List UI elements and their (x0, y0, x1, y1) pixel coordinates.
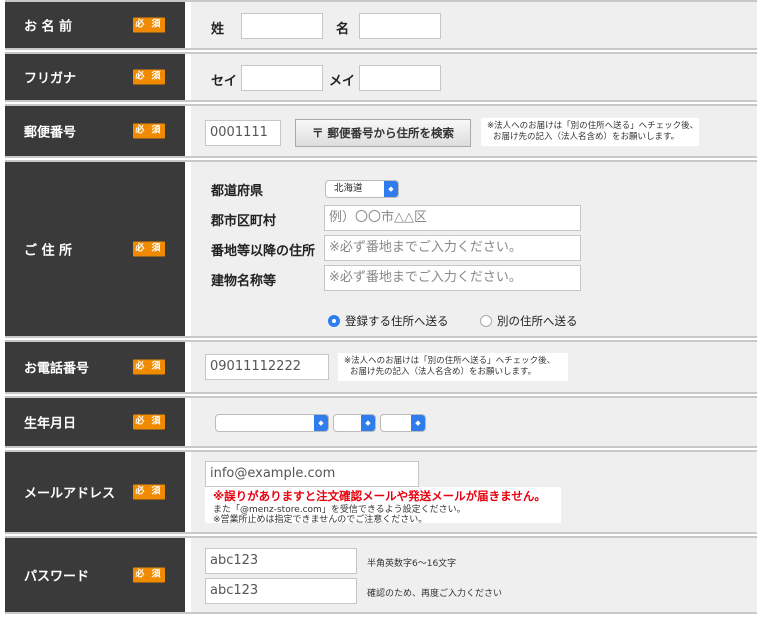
chevron-updown-icon: ◆ (411, 415, 425, 431)
required-badge: 必 須 (133, 241, 165, 257)
building-input[interactable]: ※必ず番地までご入力ください。 (324, 265, 581, 291)
field-label-email: メールアドレス (24, 486, 116, 502)
radio-other-label[interactable]: 別の住所へ送る (497, 313, 578, 329)
chevron-updown-icon: ◆ (384, 181, 398, 197)
password-input[interactable]: abc123 (205, 548, 357, 574)
required-badge: 必 須 (133, 17, 165, 33)
row-header: フリガナ 必 須 (5, 54, 185, 100)
required-badge: 必 須 (133, 414, 165, 430)
row-password: パスワード 必 須 abc123 半角英数字6〜16文字 abc123 確認のた… (5, 536, 757, 614)
first-kana-label: メイ (329, 74, 356, 89)
row-furigana: フリガナ 必 須 セイ メイ (5, 52, 757, 102)
chevron-updown-icon: ◆ (314, 415, 328, 431)
email-input[interactable]: info@example.com (205, 461, 419, 487)
city-input[interactable]: 例）〇〇市△△区 (324, 205, 581, 231)
last-kana-label: セイ (211, 74, 238, 89)
building-label: 建物名称等 (211, 274, 277, 289)
required-badge: 必 須 (133, 69, 165, 85)
required-badge: 必 須 (133, 484, 165, 500)
field-label-address: ご 住 所 (24, 243, 73, 259)
row-address: ご 住 所 必 須 都道府県 北海道 ◆ 郡市区町村 例）〇〇市△△区 番地等以… (5, 160, 757, 338)
phone-note: ※法人へのお届けは「別の住所へ送る」へチェック後、 お届け先の記入（法人名含め）… (338, 353, 568, 381)
row-body: info@example.com ※誤りがありますと注文確認メールや発送メールが… (191, 452, 757, 532)
first-kana-input[interactable] (359, 65, 441, 91)
birth-day-select[interactable]: ◆ (380, 414, 426, 432)
birth-year-select[interactable]: ◆ (215, 414, 329, 432)
chevron-updown-icon: ◆ (361, 415, 375, 431)
email-note-line: ※営業所止めは指定できませんのでご注意ください。 (213, 515, 428, 525)
email-note-box: ※誤りがありますと注文確認メールや発送メールが届きません。 また「@menz-s… (205, 487, 561, 525)
row-postal: 郵便番号 必 須 0001111 〒 郵便番号から住所を検索 ※法人へのお届けは… (5, 104, 757, 158)
row-header: 郵便番号 必 須 (5, 106, 185, 156)
last-kana-input[interactable] (241, 65, 323, 91)
row-header: ご 住 所 必 須 (5, 162, 185, 336)
field-label-password: パスワード (24, 569, 90, 585)
last-name-label: 姓 (211, 22, 225, 37)
customer-form: お 名 前 必 須 姓 名 フリガナ 必 須 セイ メイ 郵便番号 必 須 00… (0, 0, 762, 618)
password-confirm-hint: 確認のため、再度ご入力ください (367, 589, 503, 599)
row-header: メールアドレス 必 須 (5, 452, 185, 532)
prefecture-select-value: 北海道 (334, 183, 363, 194)
row-email: メールアドレス 必 須 info@example.com ※誤りがありますと注文… (5, 450, 757, 534)
field-label-postal: 郵便番号 (24, 125, 77, 141)
field-label-phone: お電話番号 (24, 361, 90, 377)
row-body: abc123 半角英数字6〜16文字 abc123 確認のため、再度ご入力くださ… (191, 538, 757, 612)
prefecture-label: 都道府県 (211, 184, 264, 199)
radio-registered-label[interactable]: 登録する住所へ送る (345, 313, 449, 329)
first-name-label: 名 (336, 22, 350, 37)
city-label: 郡市区町村 (211, 214, 277, 229)
field-label-furigana: フリガナ (24, 71, 77, 87)
row-header: 生年月日 必 須 (5, 398, 185, 446)
postal-note: ※法人へのお届けは「別の住所へ送る」へチェック後、 お届け先の記入（法人名含め）… (481, 118, 699, 146)
row-header: パスワード 必 須 (5, 538, 185, 612)
note-line: お届け先の記入（法人名含め）をお願いします。 (493, 132, 680, 142)
field-label-birthday: 生年月日 (24, 416, 77, 432)
row-body: 0001111 〒 郵便番号から住所を検索 ※法人へのお届けは「別の住所へ送る」… (191, 106, 757, 156)
street-label: 番地等以降の住所 (211, 244, 316, 259)
postal-search-button[interactable]: 〒 郵便番号から住所を検索 (295, 119, 471, 147)
field-label-name: お 名 前 (24, 19, 73, 35)
last-name-input[interactable] (241, 13, 323, 39)
row-body: 09011112222 ※法人へのお届けは「別の住所へ送る」へチェック後、 お届… (191, 342, 757, 392)
first-name-input[interactable] (359, 13, 441, 39)
street-input[interactable]: ※必ず番地までご入力ください。 (324, 235, 581, 261)
row-body: セイ メイ (191, 54, 757, 100)
radio-other-address[interactable] (480, 315, 492, 327)
prefecture-select[interactable]: 北海道 ◆ (325, 180, 399, 198)
row-body: 姓 名 (191, 2, 757, 48)
row-header: お 名 前 必 須 (5, 2, 185, 48)
note-line: ※法人へのお届けは「別の住所へ送る」へチェック後、 (344, 356, 556, 366)
note-line: ※法人へのお届けは「別の住所へ送る」へチェック後、 (487, 121, 699, 131)
row-body: 都道府県 北海道 ◆ 郡市区町村 例）〇〇市△△区 番地等以降の住所 ※必ず番地… (191, 162, 757, 336)
postal-code-input[interactable]: 0001111 (205, 120, 281, 146)
row-phone: お電話番号 必 須 09011112222 ※法人へのお届けは「別の住所へ送る」… (5, 340, 757, 394)
required-badge: 必 須 (133, 123, 165, 139)
row-header: お電話番号 必 須 (5, 342, 185, 392)
required-badge: 必 須 (133, 567, 165, 583)
row-name: お 名 前 必 須 姓 名 (5, 0, 757, 50)
phone-input[interactable]: 09011112222 (205, 354, 329, 380)
required-badge: 必 須 (133, 359, 165, 375)
row-body: ◆ ◆ ◆ (191, 398, 757, 446)
row-birthday: 生年月日 必 須 ◆ ◆ ◆ (5, 396, 757, 448)
note-line: お届け先の記入（法人名含め）をお願いします。 (350, 367, 537, 377)
password-hint: 半角英数字6〜16文字 (367, 559, 457, 569)
password-confirm-input[interactable]: abc123 (205, 578, 357, 604)
birth-month-select[interactable]: ◆ (333, 414, 376, 432)
radio-registered-address[interactable] (328, 315, 340, 327)
